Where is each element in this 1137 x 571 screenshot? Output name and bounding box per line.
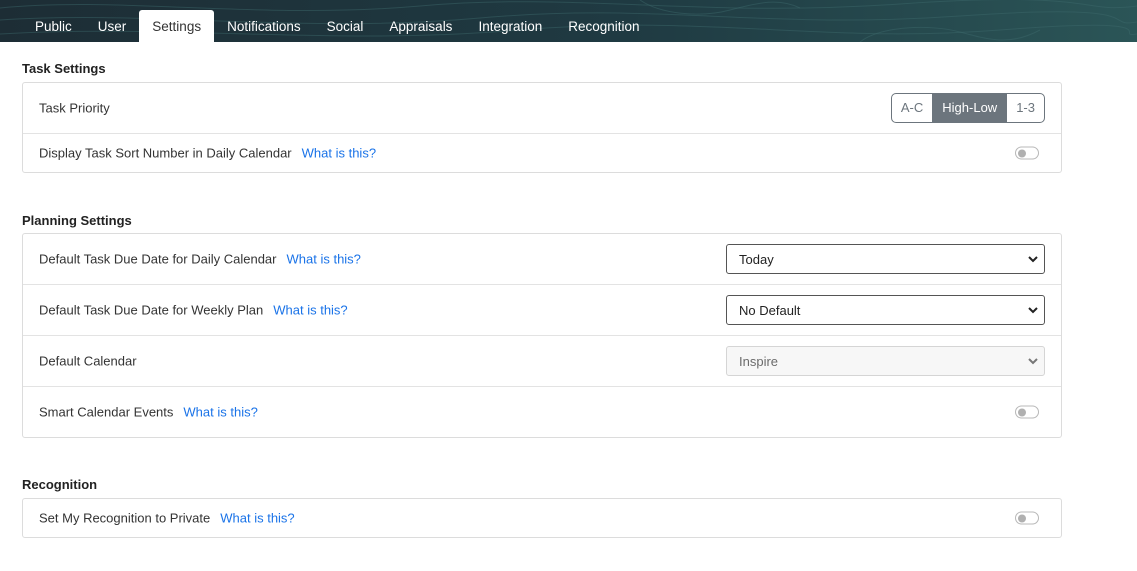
task-settings-panel: Task Priority A-C High-Low 1-3 Display T… (22, 82, 1062, 173)
planning-settings-heading: Planning Settings (22, 213, 132, 228)
recognition-private-label: Set My Recognition to Private What is thi… (39, 511, 295, 526)
tab-notifications[interactable]: Notifications (214, 10, 314, 42)
sort-number-row: Display Task Sort Number in Daily Calend… (23, 134, 1061, 172)
sort-number-label: Display Task Sort Number in Daily Calend… (39, 146, 376, 161)
weekly-due-row: Default Task Due Date for Weekly Plan Wha… (23, 285, 1061, 336)
tab-recognition[interactable]: Recognition (555, 10, 652, 42)
priority-option-high-low[interactable]: High-Low (933, 94, 1008, 122)
tab-appraisals[interactable]: Appraisals (376, 10, 465, 42)
weekly-due-text: Default Task Due Date for Weekly Plan (39, 302, 264, 318)
tab-integration[interactable]: Integration (465, 10, 555, 42)
chevron-down-icon (1028, 256, 1038, 263)
recognition-panel: Set My Recognition to Private What is thi… (22, 498, 1062, 538)
top-nav-bar: Public User Settings Notifications Socia… (0, 0, 1137, 42)
tab-settings[interactable]: Settings (139, 10, 215, 42)
toggle-knob (1018, 408, 1026, 417)
daily-due-help-link[interactable]: What is this? (287, 252, 361, 267)
task-priority-segmented-control: A-C High-Low 1-3 (890, 93, 1045, 123)
sort-number-help-link[interactable]: What is this? (302, 146, 376, 161)
daily-due-select[interactable]: Today (726, 244, 1045, 274)
task-priority-row: Task Priority A-C High-Low 1-3 (23, 83, 1061, 134)
priority-option-1-3[interactable]: 1-3 (1007, 94, 1044, 122)
settings-tabs: Public User Settings Notifications Socia… (22, 10, 653, 42)
task-settings-heading: Task Settings (22, 61, 106, 76)
sort-number-toggle[interactable] (1015, 146, 1039, 160)
daily-due-label: Default Task Due Date for Daily Calendar… (39, 252, 361, 267)
default-calendar-label: Default Calendar (39, 353, 137, 369)
smart-events-text: Smart Calendar Events (39, 404, 174, 420)
weekly-due-select[interactable]: No Default (726, 295, 1045, 325)
tab-public[interactable]: Public (22, 10, 85, 42)
task-priority-label: Task Priority (39, 100, 110, 116)
daily-due-text: Default Task Due Date for Daily Calendar (39, 251, 277, 267)
chevron-down-icon (1028, 358, 1038, 365)
smart-events-label: Smart Calendar Events What is this? (39, 405, 258, 420)
daily-due-value: Today (739, 252, 774, 267)
planning-settings-panel: Default Task Due Date for Daily Calendar… (22, 233, 1062, 438)
default-calendar-row: Default Calendar Inspire (23, 336, 1061, 387)
tab-user[interactable]: User (85, 10, 140, 42)
default-calendar-select: Inspire (726, 346, 1045, 376)
recognition-private-row: Set My Recognition to Private What is thi… (23, 499, 1061, 537)
smart-events-toggle[interactable] (1015, 405, 1039, 419)
daily-due-row: Default Task Due Date for Daily Calendar… (23, 234, 1061, 285)
smart-events-help-link[interactable]: What is this? (183, 405, 257, 420)
toggle-knob (1018, 514, 1026, 523)
sort-number-text: Display Task Sort Number in Daily Calend… (39, 145, 292, 161)
weekly-due-help-link[interactable]: What is this? (273, 303, 347, 318)
default-calendar-value: Inspire (739, 354, 779, 369)
recognition-private-help-link[interactable]: What is this? (220, 511, 294, 526)
recognition-private-toggle[interactable] (1015, 511, 1039, 525)
chevron-down-icon (1028, 307, 1038, 314)
weekly-due-label: Default Task Due Date for Weekly Plan Wha… (39, 303, 348, 318)
recognition-heading: Recognition (22, 477, 98, 492)
toggle-knob (1018, 149, 1026, 158)
priority-option-a-c[interactable]: A-C (892, 94, 934, 122)
tab-social[interactable]: Social (314, 10, 377, 42)
weekly-due-value: No Default (739, 303, 801, 318)
recognition-private-text: Set My Recognition to Private (39, 510, 211, 526)
smart-events-row: Smart Calendar Events What is this? (23, 387, 1061, 437)
